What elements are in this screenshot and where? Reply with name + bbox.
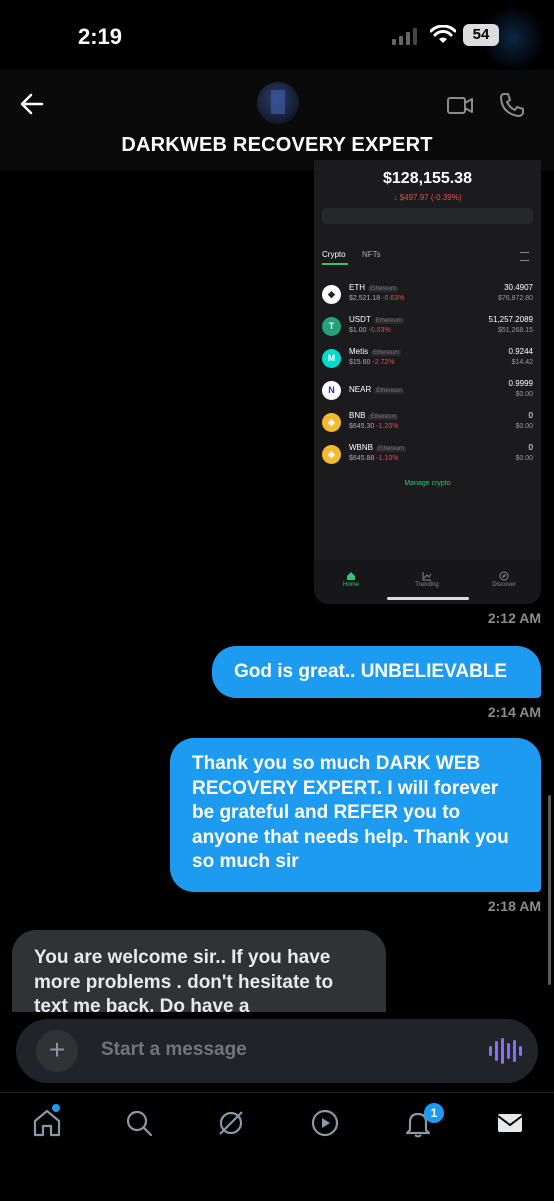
scrollbar[interactable] [548,795,551,985]
asset-change: -0.63% [382,295,405,302]
video-call-icon[interactable] [446,93,474,122]
asset-row: ◈ WBNB Ethereum $645.88 -1.10% 0 $0.00 [322,443,533,469]
asset-network: Ethereum [368,414,399,420]
asset-amount: 0.9244 [508,347,533,356]
wallet-balance: $128,155.38 [383,170,472,187]
asset-price: $645.30 [349,423,375,430]
filter-icon [520,252,529,261]
asset-change: -0.03% [368,327,391,334]
message-bubble-outgoing[interactable]: God is great.. UNBELIEVABLE [212,646,541,698]
phone-icon[interactable] [498,91,526,124]
home-indicator [387,597,469,600]
back-arrow-icon[interactable] [18,90,46,123]
wallet-nav-home: Home [342,582,359,588]
image-attachment[interactable]: $128,155.38 ↓ $497.97 (-0.39%) Crypto NF… [314,160,541,604]
manage-crypto-link: Manage crypto [404,480,451,487]
asset-network: Ethereum [374,388,405,394]
signal-icon [392,28,417,45]
message-timestamp: 2:18 AM [487,898,541,914]
asset-symbol: NEAR [349,385,372,394]
asset-row: ◈ BNB Ethereum $645.30 -1.20% 0 $0.00 [322,411,533,437]
status-time: 2:19 [78,24,123,49]
bottom-navigation [0,1092,554,1201]
message-input[interactable]: Start a message [101,1039,247,1061]
coin-icon: T [322,317,341,336]
asset-network: Ethereum [371,350,402,356]
asset-amount: 0.9999 [508,379,533,388]
asset-symbol: WBNB [349,443,373,452]
video-play-icon[interactable] [310,1108,340,1143]
wallet-nav-discover: Discover [492,582,516,588]
conversation-title: DARKWEB RECOVERY EXPERT [121,134,433,156]
blurred-bar [322,208,533,224]
asset-change: -2.72% [372,359,395,366]
home-notification-dot [52,1104,60,1112]
asset-row: M Metis Ethereum $15.60 -2.72% 0.9244 $14… [322,347,533,373]
asset-network: Ethereum [368,286,399,292]
asset-value: $0.00 [515,391,533,398]
asset-change: -1.20% [376,423,399,430]
voice-message-icon[interactable] [489,1037,522,1065]
grok-icon[interactable] [216,1108,246,1143]
coin-icon: N [322,381,341,400]
asset-symbol: ETH [349,283,365,292]
trending-icon [422,568,432,581]
coin-icon: M [322,349,341,368]
asset-value: $76,872.80 [497,295,533,302]
asset-change: -1.10% [376,455,399,462]
asset-price: $1.00 [349,327,367,334]
message-bubble-outgoing[interactable]: Thank you so much DARK WEB RECOVERY EXPE… [170,738,541,892]
notification-badge: 1 [424,1103,444,1123]
asset-price: $2,521.18 [349,295,381,302]
tab-underline [322,263,348,265]
asset-amount: 0 [528,443,533,452]
messages-icon[interactable] [495,1108,525,1143]
asset-row: T USDT Ethereum $1.00 -0.03% 51,257.2089 … [322,315,533,341]
coin-icon: ◈ [322,445,341,464]
coin-icon: ◆ [322,285,341,304]
asset-row: N NEAR Ethereum 0.9999 $0.00 [322,379,533,405]
wallet-change: ↓ $497.97 (-0.39%) [393,193,462,202]
asset-value: $51,268.15 [497,327,533,334]
tab-crypto: Crypto [322,250,346,259]
coin-icon: ◈ [322,413,341,432]
battery-indicator: 54 [463,24,499,46]
tab-nfts: NFTs [362,250,381,259]
asset-row: ◆ ETH Ethereum $2,521.18 -0.63% 30.4907 $… [322,283,533,309]
asset-symbol: Metis [349,347,369,356]
wifi-icon [429,24,457,50]
asset-symbol: BNB [349,411,366,420]
add-media-button[interactable]: + [36,1030,78,1072]
asset-network: Ethereum [376,446,407,452]
asset-network: Ethereum [373,318,404,324]
asset-value: $14.42 [511,359,533,366]
message-timestamp: 2:12 AM [487,610,541,626]
home-icon [346,568,356,580]
search-icon[interactable] [124,1108,154,1143]
home-icon[interactable] [32,1108,62,1143]
avatar[interactable] [257,82,299,124]
asset-amount: 51,257.2089 [488,315,534,324]
asset-value: $0.00 [515,423,533,430]
asset-price: $645.88 [349,455,375,462]
wallet-nav-trending: Trending [415,582,439,588]
asset-amount: 30.4907 [504,283,533,292]
message-composer[interactable] [16,1019,538,1083]
asset-amount: 0 [528,411,533,420]
asset-price: $15.60 [349,359,371,366]
asset-value: $0.00 [515,455,533,462]
asset-symbol: USDT [349,315,371,324]
discover-icon [499,568,509,581]
message-timestamp: 2:14 AM [487,704,541,720]
